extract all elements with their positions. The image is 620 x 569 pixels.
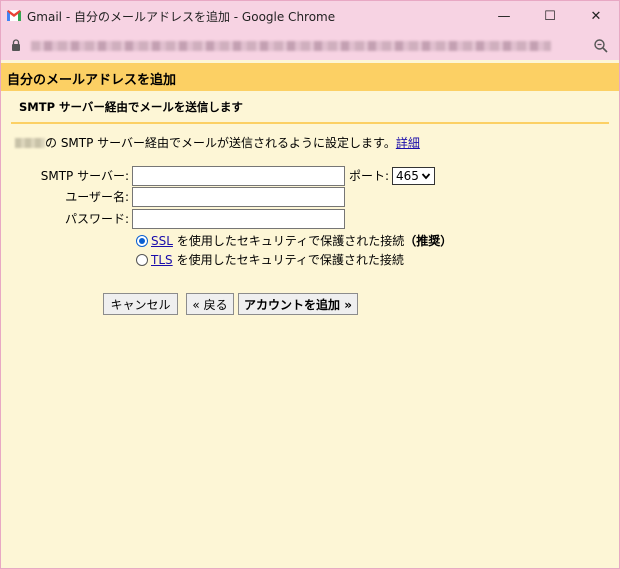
- page-header: 自分のメールアドレスを追加: [1, 63, 619, 91]
- tls-text: を使用したセキュリティで保護された接続: [176, 253, 404, 267]
- port-label: ポート:: [348, 169, 389, 183]
- port-value: 465: [396, 169, 419, 183]
- minimize-button[interactable]: —: [481, 1, 527, 32]
- title-bar[interactable]: Gmail - 自分のメールアドレスを追加 - Google Chrome — …: [1, 1, 619, 32]
- ssl-radio[interactable]: [136, 234, 148, 247]
- window-title: Gmail - 自分のメールアドレスを追加 - Google Chrome: [27, 10, 336, 24]
- description-text: の SMTP サーバー経由でメールが送信されるように設定します。: [45, 136, 396, 150]
- smtp-server-input[interactable]: [132, 166, 345, 186]
- minimize-icon: —: [497, 9, 511, 24]
- tls-radio[interactable]: [136, 253, 148, 266]
- lock-icon: [12, 39, 20, 51]
- add-account-button[interactable]: アカウントを追加 »: [238, 293, 358, 315]
- close-button[interactable]: ✕: [573, 1, 619, 32]
- gmail-icon: [7, 10, 21, 21]
- close-icon: ✕: [590, 9, 602, 24]
- cancel-button[interactable]: キャンセル: [103, 293, 178, 315]
- redacted-email: [15, 138, 45, 148]
- zoom-icon[interactable]: [593, 38, 609, 54]
- port-select[interactable]: 465: [392, 167, 435, 185]
- username-input[interactable]: [132, 187, 345, 207]
- ssl-text: を使用したセキュリティで保護された接続: [176, 234, 405, 248]
- recommended-label: （推奨）: [404, 234, 453, 248]
- description: の SMTP サーバー経由でメールが送信されるように設定します。詳細: [15, 134, 420, 151]
- password-input[interactable]: [132, 209, 345, 229]
- maximize-icon: ☐: [544, 9, 556, 24]
- chrome-popup-window: Gmail - 自分のメールアドレスを追加 - Google Chrome — …: [0, 0, 620, 569]
- ssl-link[interactable]: SSL: [151, 234, 173, 248]
- password-label: パスワード:: [64, 212, 129, 226]
- learn-more-link[interactable]: 詳細: [396, 136, 420, 150]
- chevron-down-icon: [421, 173, 431, 180]
- tls-option[interactable]: TLS を使用したセキュリティで保護された接続: [136, 251, 404, 268]
- ssl-option[interactable]: SSL を使用したセキュリティで保護された接続 （推奨）: [136, 232, 452, 249]
- maximize-button[interactable]: ☐: [527, 1, 573, 32]
- url-redacted: [31, 41, 551, 51]
- divider: [11, 122, 609, 124]
- section-title: SMTP サーバー経由でメールを送信します: [19, 100, 243, 114]
- address-bar[interactable]: [1, 32, 619, 60]
- back-button[interactable]: « 戻る: [186, 293, 234, 315]
- smtp-server-label: SMTP サーバー:: [40, 169, 129, 183]
- username-label: ユーザー名:: [65, 190, 129, 204]
- tls-link[interactable]: TLS: [151, 253, 173, 267]
